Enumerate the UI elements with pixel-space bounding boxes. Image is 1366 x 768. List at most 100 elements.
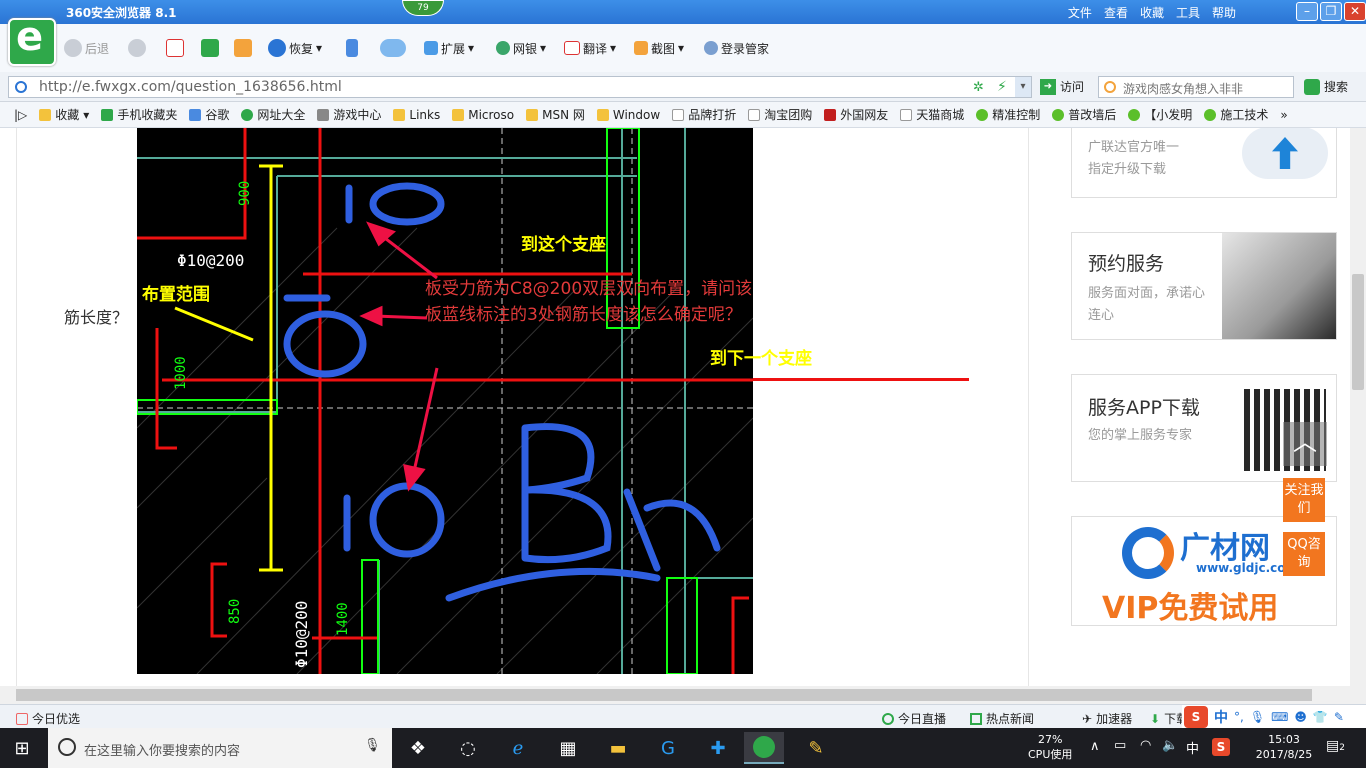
live-button[interactable]: 今日直播 bbox=[882, 710, 946, 727]
notes-app-icon[interactable]: ✎ bbox=[796, 732, 836, 764]
bookmark-item[interactable]: 手机收藏夹 bbox=[95, 106, 183, 123]
forward-button[interactable] bbox=[128, 38, 146, 58]
news-icon bbox=[970, 712, 982, 725]
sidebar-toggle-icon[interactable]: |▷ bbox=[0, 108, 33, 122]
close-button[interactable]: ✕ bbox=[1344, 2, 1366, 21]
translate-button[interactable]: 翻译 ▾ bbox=[564, 38, 616, 58]
vertical-scroll-thumb[interactable] bbox=[1352, 274, 1364, 390]
rocket-icon: ✈ bbox=[1082, 711, 1093, 726]
explorer-icon[interactable]: ▬ bbox=[598, 732, 638, 764]
rebar-spec-text: Φ10@200 Φ10@200 bbox=[177, 251, 311, 668]
refresh-button[interactable] bbox=[201, 38, 219, 58]
sogou-tray-icon[interactable]: S bbox=[1212, 738, 1230, 756]
menu-item-view[interactable]: 查看 bbox=[1104, 4, 1128, 21]
edge-icon[interactable]: ℯ bbox=[498, 732, 538, 764]
taskbar-search-input[interactable]: 在这里输入你要搜索的内容 🎙 bbox=[48, 728, 392, 768]
accelerator-button[interactable]: ✈ 加速器 bbox=[1082, 710, 1132, 727]
follow-us-button[interactable]: 关注我们 bbox=[1283, 478, 1325, 522]
menu-item-file[interactable]: 文件 bbox=[1068, 4, 1092, 21]
restore-button[interactable]: ❐ bbox=[1320, 2, 1342, 21]
bookmark-item[interactable]: 天猫商城 bbox=[894, 106, 970, 123]
plus-app-icon[interactable]: ✚ bbox=[698, 732, 738, 764]
microphone-icon[interactable]: 🎙 bbox=[364, 738, 381, 753]
bookmark-item[interactable]: 精准控制 bbox=[970, 106, 1046, 123]
wifi-icon[interactable]: ◠ bbox=[1140, 738, 1151, 753]
bookmark-item[interactable]: 施工技术 bbox=[1198, 106, 1274, 123]
search-input[interactable]: 游戏肉感女角想入非非 bbox=[1098, 76, 1294, 98]
glodon-app-icon[interactable]: G bbox=[648, 732, 688, 764]
lightning-icon[interactable]: ⚡ bbox=[997, 79, 1007, 95]
today-pick-button[interactable]: 今日优选 bbox=[16, 710, 80, 727]
cad-drawing-image[interactable]: 900 1000 850 1400 Φ10@200 Φ10@200 到这个支座 … bbox=[137, 128, 753, 674]
bookmark-item[interactable]: 谷歌 bbox=[183, 106, 235, 123]
more-bookmarks-icon[interactable]: » bbox=[1274, 108, 1293, 122]
login-manager-button[interactable]: 登录管家 bbox=[704, 38, 769, 58]
clock[interactable]: 15:03 2017/8/25 bbox=[1252, 732, 1316, 762]
ime-toolbar[interactable]: S 中 °, 🎙 ⌨ ☻ 👕 ✎ bbox=[1182, 705, 1366, 729]
horizontal-scrollbar[interactable] bbox=[0, 686, 1366, 704]
bookmark-item[interactable]: 普改墙后 bbox=[1046, 106, 1122, 123]
windows-start-icon[interactable]: ⊞ bbox=[2, 732, 42, 764]
language-indicator[interactable]: 中 bbox=[1186, 738, 1199, 757]
back-button[interactable]: 后退 bbox=[64, 38, 109, 58]
restore-tabs-button[interactable]: 恢复 ▾ bbox=[268, 38, 322, 58]
search-icon bbox=[1304, 78, 1320, 95]
browser-360-taskbar-icon[interactable] bbox=[744, 732, 784, 764]
menu-item-tools[interactable]: 工具 bbox=[1176, 4, 1200, 21]
store-icon[interactable]: ▦ bbox=[548, 732, 588, 764]
refresh-spin-icon[interactable]: ✲ bbox=[973, 80, 984, 95]
bookmark-item[interactable]: 【小发明 bbox=[1122, 106, 1198, 123]
upgrade-card[interactable]: 广联达官方唯一 指定升级下载 bbox=[1071, 128, 1337, 198]
tray-chevron-icon[interactable]: ∧ bbox=[1090, 739, 1100, 754]
bookmark-item[interactable]: 游戏中心 bbox=[311, 106, 387, 123]
browser-logo[interactable]: e bbox=[8, 14, 56, 66]
menu-item-favorites[interactable]: 收藏 bbox=[1140, 4, 1164, 21]
grid-icon bbox=[424, 41, 438, 55]
taskview-icon[interactable]: ❖ bbox=[398, 732, 438, 764]
go-button[interactable]: ➜ 访问 bbox=[1040, 78, 1084, 95]
screenshot-button[interactable]: 截图 ▾ bbox=[634, 38, 684, 58]
extend-button[interactable]: 扩展 ▾ bbox=[424, 38, 474, 58]
phone-icon bbox=[101, 108, 114, 121]
appointment-card[interactable]: 预约服务 服务面对面，承诺心连心 bbox=[1071, 232, 1337, 340]
battery-icon[interactable]: ▭ bbox=[1114, 738, 1126, 753]
notification-center-icon[interactable]: ▤2 bbox=[1326, 738, 1345, 754]
menu-item-help[interactable]: 帮助 bbox=[1212, 4, 1236, 21]
search-button[interactable]: 搜索 bbox=[1304, 78, 1348, 95]
vertical-scrollbar[interactable] bbox=[1350, 128, 1366, 686]
horizontal-scroll-thumb[interactable] bbox=[16, 689, 1312, 701]
volume-icon[interactable]: 🔈 bbox=[1162, 738, 1178, 753]
cpu-monitor[interactable]: 27% CPU使用 bbox=[1028, 732, 1072, 762]
bookmark-item[interactable]: 淘宝团购 bbox=[742, 106, 818, 123]
bookmark-item[interactable]: MSN 网 bbox=[520, 106, 591, 123]
bank-button[interactable]: 网银 ▾ bbox=[496, 38, 546, 58]
qq-consult-button[interactable]: QQ咨询 bbox=[1283, 532, 1325, 576]
gldjc-logo-icon bbox=[1122, 527, 1174, 579]
bookmark-item[interactable]: 外国网友 bbox=[818, 106, 894, 123]
hot-news-button[interactable]: 热点新闻 bbox=[970, 710, 1034, 727]
content-border-left bbox=[16, 128, 17, 686]
speed-badge[interactable]: 79 bbox=[402, 0, 444, 16]
bookmark-item[interactable]: Window bbox=[591, 108, 666, 122]
gldjc-promo: VIP免费试用 bbox=[1102, 591, 1279, 626]
bookmark-item[interactable]: Microso bbox=[446, 108, 520, 122]
swirl-app-icon[interactable]: ◌ bbox=[448, 732, 488, 764]
phone-button[interactable] bbox=[346, 38, 358, 58]
svg-text:Φ10@200: Φ10@200 bbox=[292, 601, 311, 668]
back-to-top-button[interactable]: ︿ bbox=[1283, 422, 1327, 466]
cloud-button[interactable] bbox=[380, 38, 406, 58]
bookmark-favorites[interactable]: 收藏 ▾ bbox=[33, 106, 95, 123]
svg-text:900: 900 bbox=[237, 181, 253, 206]
url-field[interactable]: http://e.fwxgx.com/question_1638656.html… bbox=[8, 76, 1032, 98]
bookmark-item[interactable]: 网址大全 bbox=[235, 106, 311, 123]
url-dropdown-icon[interactable]: ▾ bbox=[1015, 77, 1031, 97]
stop-button[interactable] bbox=[166, 38, 184, 58]
bookmark-item[interactable]: Links bbox=[387, 108, 446, 122]
bookmark-item[interactable]: 品牌打折 bbox=[666, 106, 742, 123]
upgrade-text-line2: 指定升级下载 bbox=[1088, 162, 1167, 177]
gift-icon bbox=[16, 712, 28, 725]
home-button[interactable] bbox=[234, 38, 252, 58]
status-bar: 今日优选 今日直播 热点新闻 ✈ 加速器 ⬇ 下载 S 中 °, 🎙 ⌨ ☻ 👕 ✎ bbox=[0, 704, 1366, 729]
minimize-button[interactable]: – bbox=[1296, 2, 1318, 21]
keyboard-icon: ⌨ bbox=[1271, 710, 1289, 724]
